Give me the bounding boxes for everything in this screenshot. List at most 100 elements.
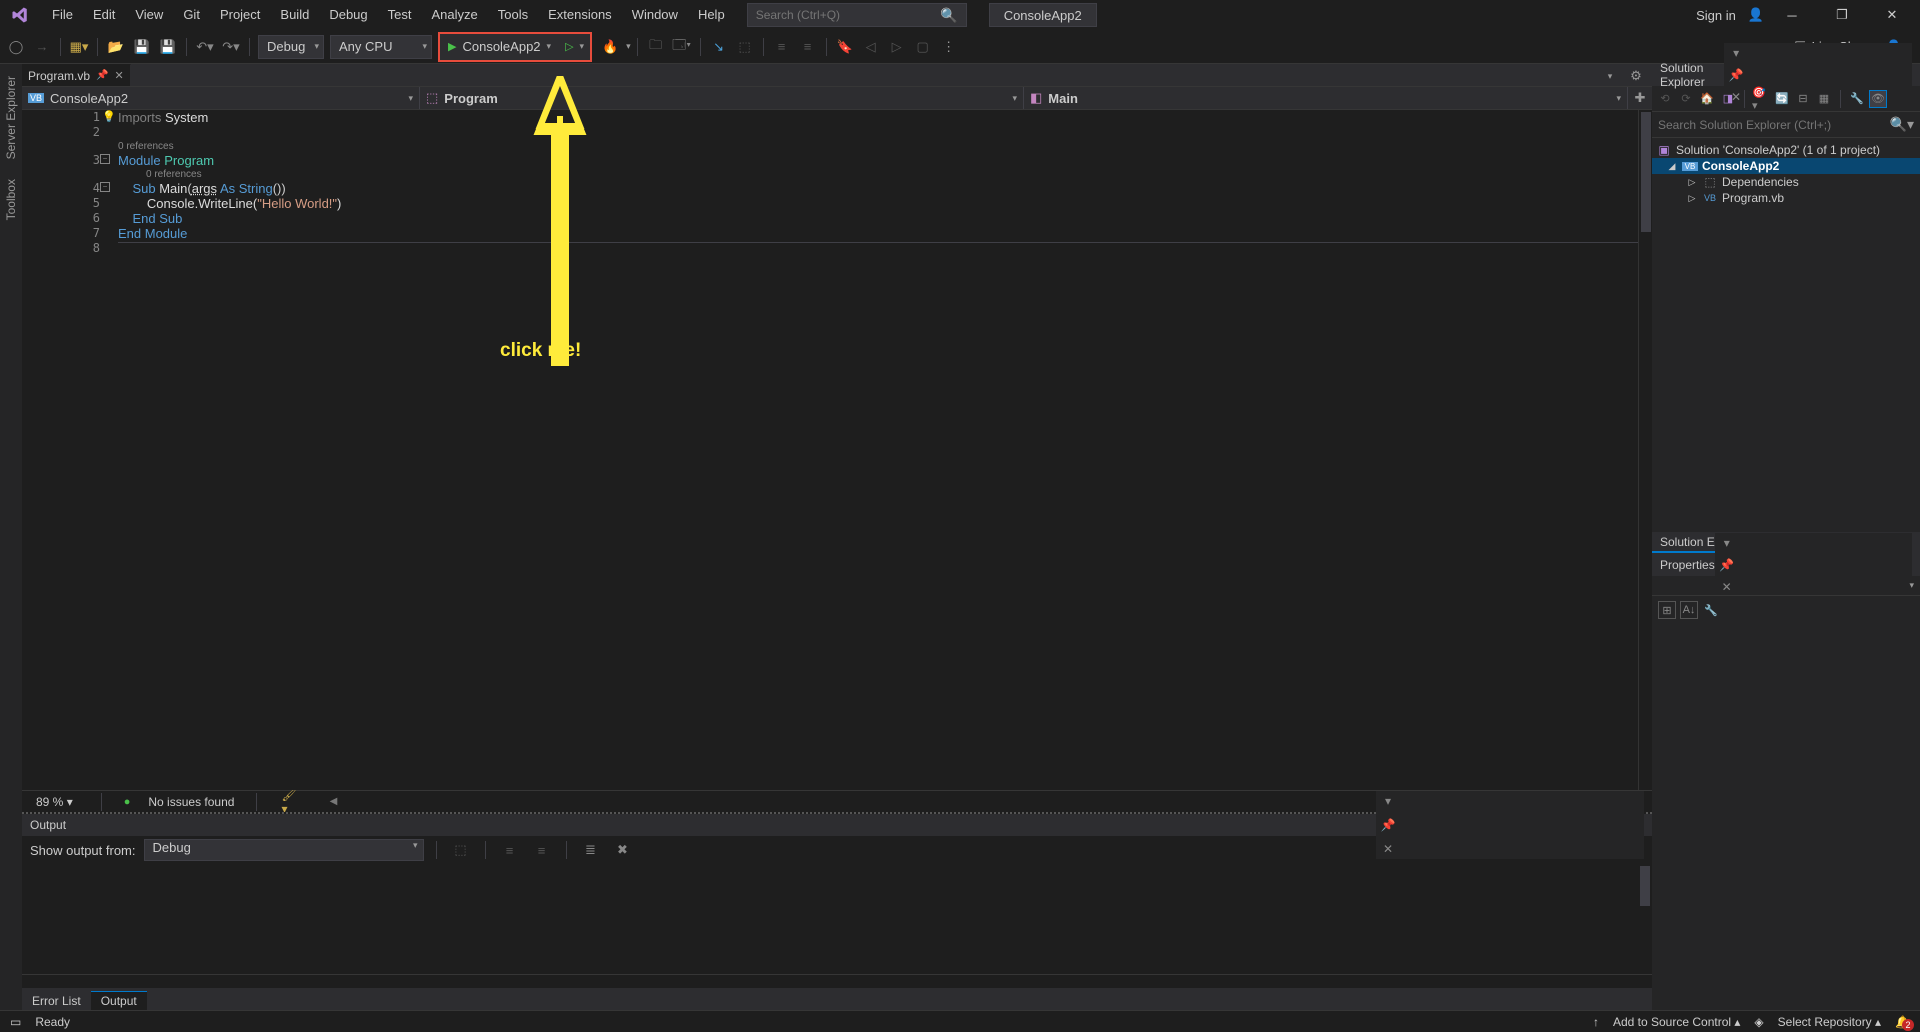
prop-pin-icon[interactable]: 📌: [1717, 555, 1737, 575]
se-search-input[interactable]: [1652, 118, 1884, 132]
prop-cat-icon[interactable]: ⊞: [1658, 601, 1676, 619]
solution-node[interactable]: ▣ Solution 'ConsoleApp2' (1 of 1 project…: [1652, 142, 1920, 158]
se-collapse-icon[interactable]: ⊟: [1794, 90, 1812, 108]
code-editor[interactable]: 1💡 2 3− 4− 5 6 7 8 Imports System 0 refe…: [22, 110, 1652, 790]
fold-icon[interactable]: −: [100, 154, 110, 164]
dependencies-node[interactable]: ▷ ⬚ Dependencies: [1652, 174, 1920, 190]
add-source-control[interactable]: Add to Source Control ▴: [1613, 1015, 1740, 1029]
error-list-tab[interactable]: Error List: [22, 992, 91, 1010]
menu-analyze[interactable]: Analyze: [421, 0, 487, 30]
pin-icon[interactable]: 📌: [96, 70, 108, 81]
menu-view[interactable]: View: [125, 0, 173, 30]
nav-member-dropdown[interactable]: ◧ Main: [1024, 87, 1628, 109]
menu-build[interactable]: Build: [270, 0, 319, 30]
out-tool-2-icon[interactable]: ≡: [500, 840, 520, 860]
output-pane-icon[interactable]: ▭: [10, 1015, 21, 1029]
se-switch-icon[interactable]: ◨: [1719, 90, 1737, 108]
se-preview-icon[interactable]: 👁: [1869, 90, 1887, 108]
window-maximize-button[interactable]: ❐: [1820, 0, 1864, 30]
se-fwd-icon[interactable]: ⟳: [1677, 90, 1695, 108]
menu-edit[interactable]: Edit: [83, 0, 125, 30]
output-scroll-thumb[interactable]: [1640, 866, 1650, 906]
output-source-dropdown[interactable]: Debug: [144, 839, 424, 861]
start-without-debug-button[interactable]: ▷ ▾: [559, 34, 590, 60]
editor-scrollbar[interactable]: [1638, 110, 1652, 790]
se-sync-icon[interactable]: 🎯▾: [1752, 90, 1770, 108]
menu-debug[interactable]: Debug: [319, 0, 377, 30]
se-showall-icon[interactable]: ▦: [1815, 90, 1833, 108]
tab-settings-icon[interactable]: ⚙: [1626, 66, 1646, 86]
nav-scope-dropdown[interactable]: VB ConsoleApp2: [22, 87, 420, 109]
zoom-level[interactable]: 89 % ▾: [30, 795, 79, 809]
browse-icon-2[interactable]: 🗔▾: [672, 37, 692, 57]
solution-explorer-search[interactable]: 🔍▾: [1652, 112, 1920, 138]
new-project-icon[interactable]: ▦▾: [69, 37, 89, 57]
expand-icon[interactable]: ▷: [1686, 193, 1698, 204]
close-tab-icon[interactable]: ✕: [114, 69, 123, 82]
server-explorer-tab[interactable]: Server Explorer: [2, 70, 20, 165]
select-repository[interactable]: Select Repository ▴: [1778, 1015, 1881, 1029]
step-icon[interactable]: ↘: [709, 37, 729, 57]
se-pin-icon[interactable]: 📌: [1726, 65, 1746, 85]
open-icon[interactable]: 📂: [106, 37, 126, 57]
prop-az-icon[interactable]: A↓: [1680, 601, 1698, 619]
save-all-icon[interactable]: 💾: [158, 37, 178, 57]
out-clear-icon[interactable]: ✖: [613, 840, 633, 860]
bm-next-icon[interactable]: ▷: [887, 37, 907, 57]
menu-test[interactable]: Test: [378, 0, 422, 30]
menu-file[interactable]: File: [42, 0, 83, 30]
menu-tools[interactable]: Tools: [488, 0, 538, 30]
bookmark-icon[interactable]: 🔖: [835, 37, 855, 57]
out-tool-1-icon[interactable]: ⬚: [451, 840, 471, 860]
output-tab[interactable]: Output: [91, 991, 147, 1010]
brush-icon[interactable]: 🖌▾: [281, 792, 301, 812]
tab-dropdown-icon[interactable]: ▾: [1600, 66, 1620, 86]
menu-help[interactable]: Help: [688, 0, 735, 30]
prop-combo-icon[interactable]: ▾: [1909, 580, 1914, 591]
se-wrench-icon[interactable]: 🔧: [1848, 90, 1866, 108]
config-dropdown[interactable]: Debug: [258, 35, 324, 59]
quick-search-input[interactable]: [752, 8, 941, 22]
issues-label[interactable]: No issues found: [148, 795, 234, 809]
menu-project[interactable]: Project: [210, 0, 270, 30]
quick-search[interactable]: 🔍: [747, 3, 967, 27]
toolbox-tab[interactable]: Toolbox: [2, 173, 20, 226]
save-icon[interactable]: 💾: [132, 37, 152, 57]
output-pin-icon[interactable]: 📌: [1378, 815, 1398, 835]
prop-wrench-icon[interactable]: 🔧: [1702, 601, 1720, 619]
menu-extensions[interactable]: Extensions: [538, 0, 622, 30]
hot-reload-icon[interactable]: 🔥: [600, 37, 620, 57]
se-refresh-icon[interactable]: 🔄: [1773, 90, 1791, 108]
codelens-sub[interactable]: 0 references: [118, 168, 1638, 181]
project-node[interactable]: ◢ VB ConsoleApp2: [1652, 158, 1920, 174]
se-home-icon[interactable]: 🏠: [1698, 90, 1716, 108]
se-dd-icon[interactable]: ▾: [1726, 43, 1746, 63]
window-minimize-button[interactable]: ─: [1770, 0, 1814, 30]
output-dd-icon[interactable]: ▾: [1378, 791, 1398, 811]
collapse-icon[interactable]: ◢: [1666, 161, 1678, 172]
nav-class-dropdown[interactable]: ⬚ Program: [420, 87, 1024, 109]
se-back-icon[interactable]: ⟲: [1656, 90, 1674, 108]
menu-git[interactable]: Git: [173, 0, 210, 30]
out-tool-3-icon[interactable]: ≡: [532, 840, 552, 860]
account-icon[interactable]: 👤: [1748, 7, 1764, 23]
out-wrap-icon[interactable]: ≣: [581, 840, 601, 860]
sign-in-link[interactable]: Sign in: [1690, 8, 1742, 23]
prop-dd-icon[interactable]: ▾: [1717, 533, 1737, 553]
nav-fwd-icon[interactable]: →: [32, 37, 52, 57]
lightbulb-icon[interactable]: 💡: [102, 110, 116, 125]
file-node[interactable]: ▷ VB Program.vb: [1652, 190, 1920, 206]
split-editor-icon[interactable]: ✚: [1628, 87, 1652, 109]
bm-prev-icon[interactable]: ◁: [861, 37, 881, 57]
redo-icon[interactable]: ↷▾: [221, 37, 241, 57]
overflow-icon[interactable]: ⋮: [939, 37, 959, 57]
code-body[interactable]: Imports System 0 references Module Progr…: [118, 110, 1638, 790]
codelens-module[interactable]: 0 references: [118, 140, 1638, 153]
platform-dropdown[interactable]: Any CPU: [330, 35, 432, 59]
document-tab-program[interactable]: Program.vb 📌 ✕: [22, 64, 131, 86]
expand-icon[interactable]: ▷: [1686, 177, 1698, 188]
browse-icon-1[interactable]: 🗀: [646, 37, 666, 57]
start-debug-button[interactable]: ▶ ConsoleApp2 ▾: [440, 34, 559, 60]
notifications-button[interactable]: 🔔 2: [1895, 1015, 1910, 1029]
fold-icon-2[interactable]: −: [100, 182, 110, 192]
